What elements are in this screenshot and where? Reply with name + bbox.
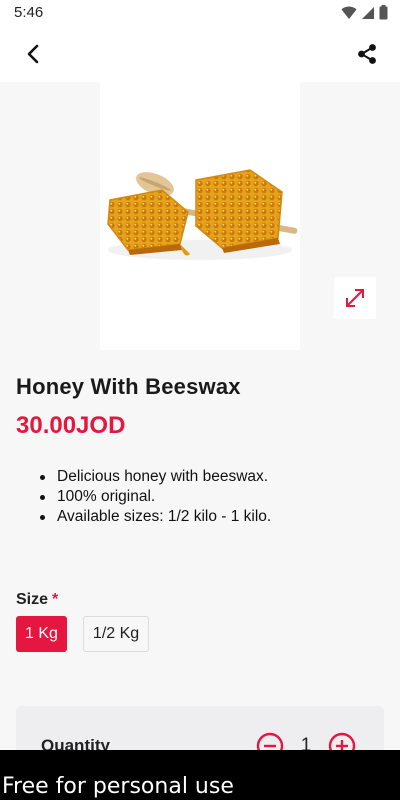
back-arrow-icon xyxy=(27,44,39,64)
size-option-1kg[interactable]: 1 Kg xyxy=(16,616,67,652)
status-time: 5:46 xyxy=(14,4,44,21)
status-bar: 5:46 xyxy=(0,0,400,26)
back-button[interactable] xyxy=(20,40,46,68)
size-option-half-kg[interactable]: 1/2 Kg xyxy=(82,616,150,652)
size-label-text: Size xyxy=(16,591,49,608)
product-price: 30.00JOD xyxy=(16,412,126,439)
share-icon xyxy=(358,44,376,64)
description-item: 100% original. xyxy=(40,487,271,507)
product-title: Honey With Beeswax xyxy=(16,374,241,399)
app-bar xyxy=(0,26,400,82)
honeycomb-image xyxy=(107,169,298,260)
expand-button[interactable] xyxy=(334,277,376,319)
expand-icon xyxy=(346,289,364,307)
signal-icon xyxy=(362,6,374,19)
watermark-bar: Free for personal use xyxy=(0,750,400,800)
description-item: Available sizes: 1/2 kilo - 1 kilo. xyxy=(40,507,271,527)
size-label: Size * xyxy=(16,591,58,609)
watermark-text: Free for personal use xyxy=(2,774,234,799)
product-description: Delicious honey with beeswax. 100% origi… xyxy=(40,467,271,527)
share-button[interactable] xyxy=(354,40,380,68)
product-image[interactable] xyxy=(100,82,300,350)
status-icons xyxy=(341,5,388,20)
product-gallery xyxy=(0,82,400,350)
description-item: Delicious honey with beeswax. xyxy=(40,467,271,487)
product-details: Honey With Beeswax 30.00JOD Delicious ho… xyxy=(0,350,400,766)
wifi-icon xyxy=(341,6,357,19)
size-options: 1 Kg 1/2 Kg xyxy=(16,616,150,652)
required-marker: * xyxy=(52,591,59,608)
battery-icon xyxy=(379,5,388,20)
